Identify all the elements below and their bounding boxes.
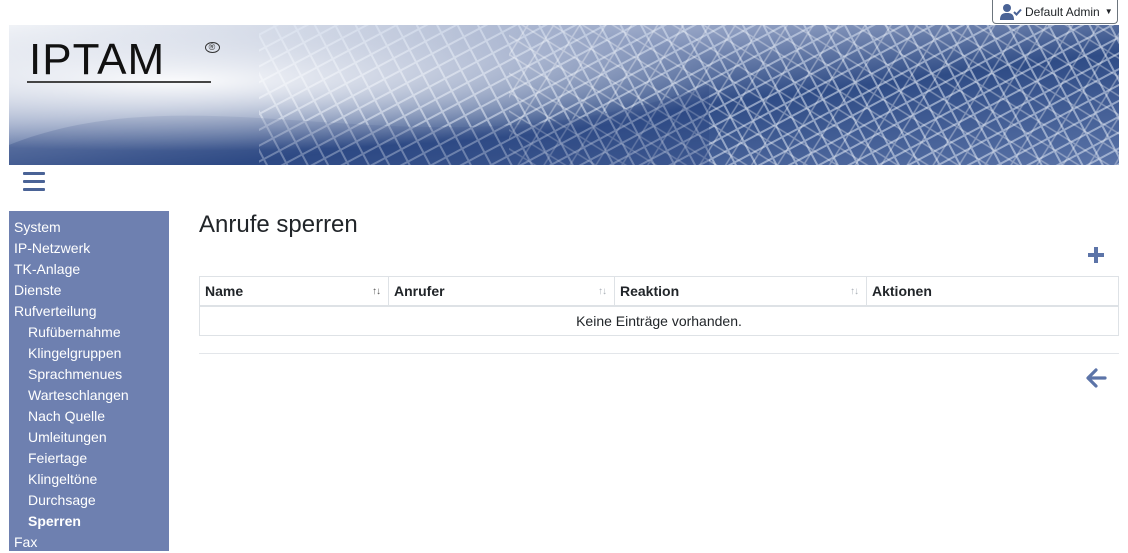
blocklist-table: Name ↑↓ Anrufer ↑↓ Reaktion ↑↓ Aktionen …	[199, 276, 1119, 336]
sidebar-item-umleitungen[interactable]: Umleitungen	[9, 427, 169, 448]
sidebar-item-system[interactable]: System	[9, 217, 169, 238]
column-header-reaktion[interactable]: Reaktion ↑↓	[614, 276, 867, 307]
banner-image	[9, 25, 1119, 165]
header-banner: IPTAM ®	[9, 25, 1119, 165]
column-header-aktionen: Aktionen	[866, 276, 1119, 307]
user-menu-label: Default Admin	[1025, 4, 1100, 19]
sort-icon: ↑↓	[372, 286, 381, 297]
sidebar-item-rufverteilung[interactable]: Rufverteilung	[9, 301, 169, 322]
sidebar-item-durchsage[interactable]: Durchsage	[9, 490, 169, 511]
sidebar-item-tk-anlage[interactable]: TK-Anlage	[9, 259, 169, 280]
arrow-left-icon[interactable]	[1084, 366, 1108, 390]
column-header-name[interactable]: Name ↑↓	[199, 276, 389, 307]
sidebar-item-rufübernahme[interactable]: Rufübernahme	[9, 322, 169, 343]
sidebar-item-nach-quelle[interactable]: Nach Quelle	[9, 406, 169, 427]
column-header-anrufer[interactable]: Anrufer ↑↓	[388, 276, 615, 307]
sidebar-item-sprachmenues[interactable]: Sprachmenues	[9, 364, 169, 385]
sidebar-item-klingelgruppen[interactable]: Klingelgruppen	[9, 343, 169, 364]
sidebar-item-warteschlangen[interactable]: Warteschlangen	[9, 385, 169, 406]
table-header-row: Name ↑↓ Anrufer ↑↓ Reaktion ↑↓ Aktionen	[199, 276, 1119, 307]
user-check-icon	[1000, 3, 1022, 20]
sidebar-item-ip-netzwerk[interactable]: IP-Netzwerk	[9, 238, 169, 259]
sort-icon: ↑↓	[850, 286, 859, 297]
sidebar-item-fax[interactable]: Fax	[9, 532, 169, 553]
sort-icon: ↑↓	[598, 286, 607, 297]
sidebar-item-dienste[interactable]: Dienste	[9, 280, 169, 301]
page-title: Anrufe sperren	[199, 211, 358, 238]
logo-underline	[27, 81, 211, 83]
plus-icon[interactable]	[1084, 243, 1108, 267]
iptam-logo: IPTAM ®	[29, 38, 220, 82]
sidebar-item-feiertage[interactable]: Feiertage	[9, 448, 169, 469]
sidebar-nav: System IP-Netzwerk TK-Anlage Dienste Rufvert…	[9, 211, 169, 551]
sidebar-item-klingeltöne[interactable]: Klingeltöne	[9, 469, 169, 490]
divider	[199, 353, 1119, 354]
sidebar-item-sperren[interactable]: Sperren	[9, 511, 169, 532]
table-row: Keine Einträge vorhanden.	[199, 305, 1119, 336]
user-menu-button[interactable]: Default Admin ▼	[992, 0, 1118, 24]
hamburger-icon[interactable]	[23, 172, 45, 192]
chevron-down-icon: ▼	[1104, 7, 1113, 16]
empty-table-message: Keine Einträge vorhanden.	[199, 305, 1119, 336]
